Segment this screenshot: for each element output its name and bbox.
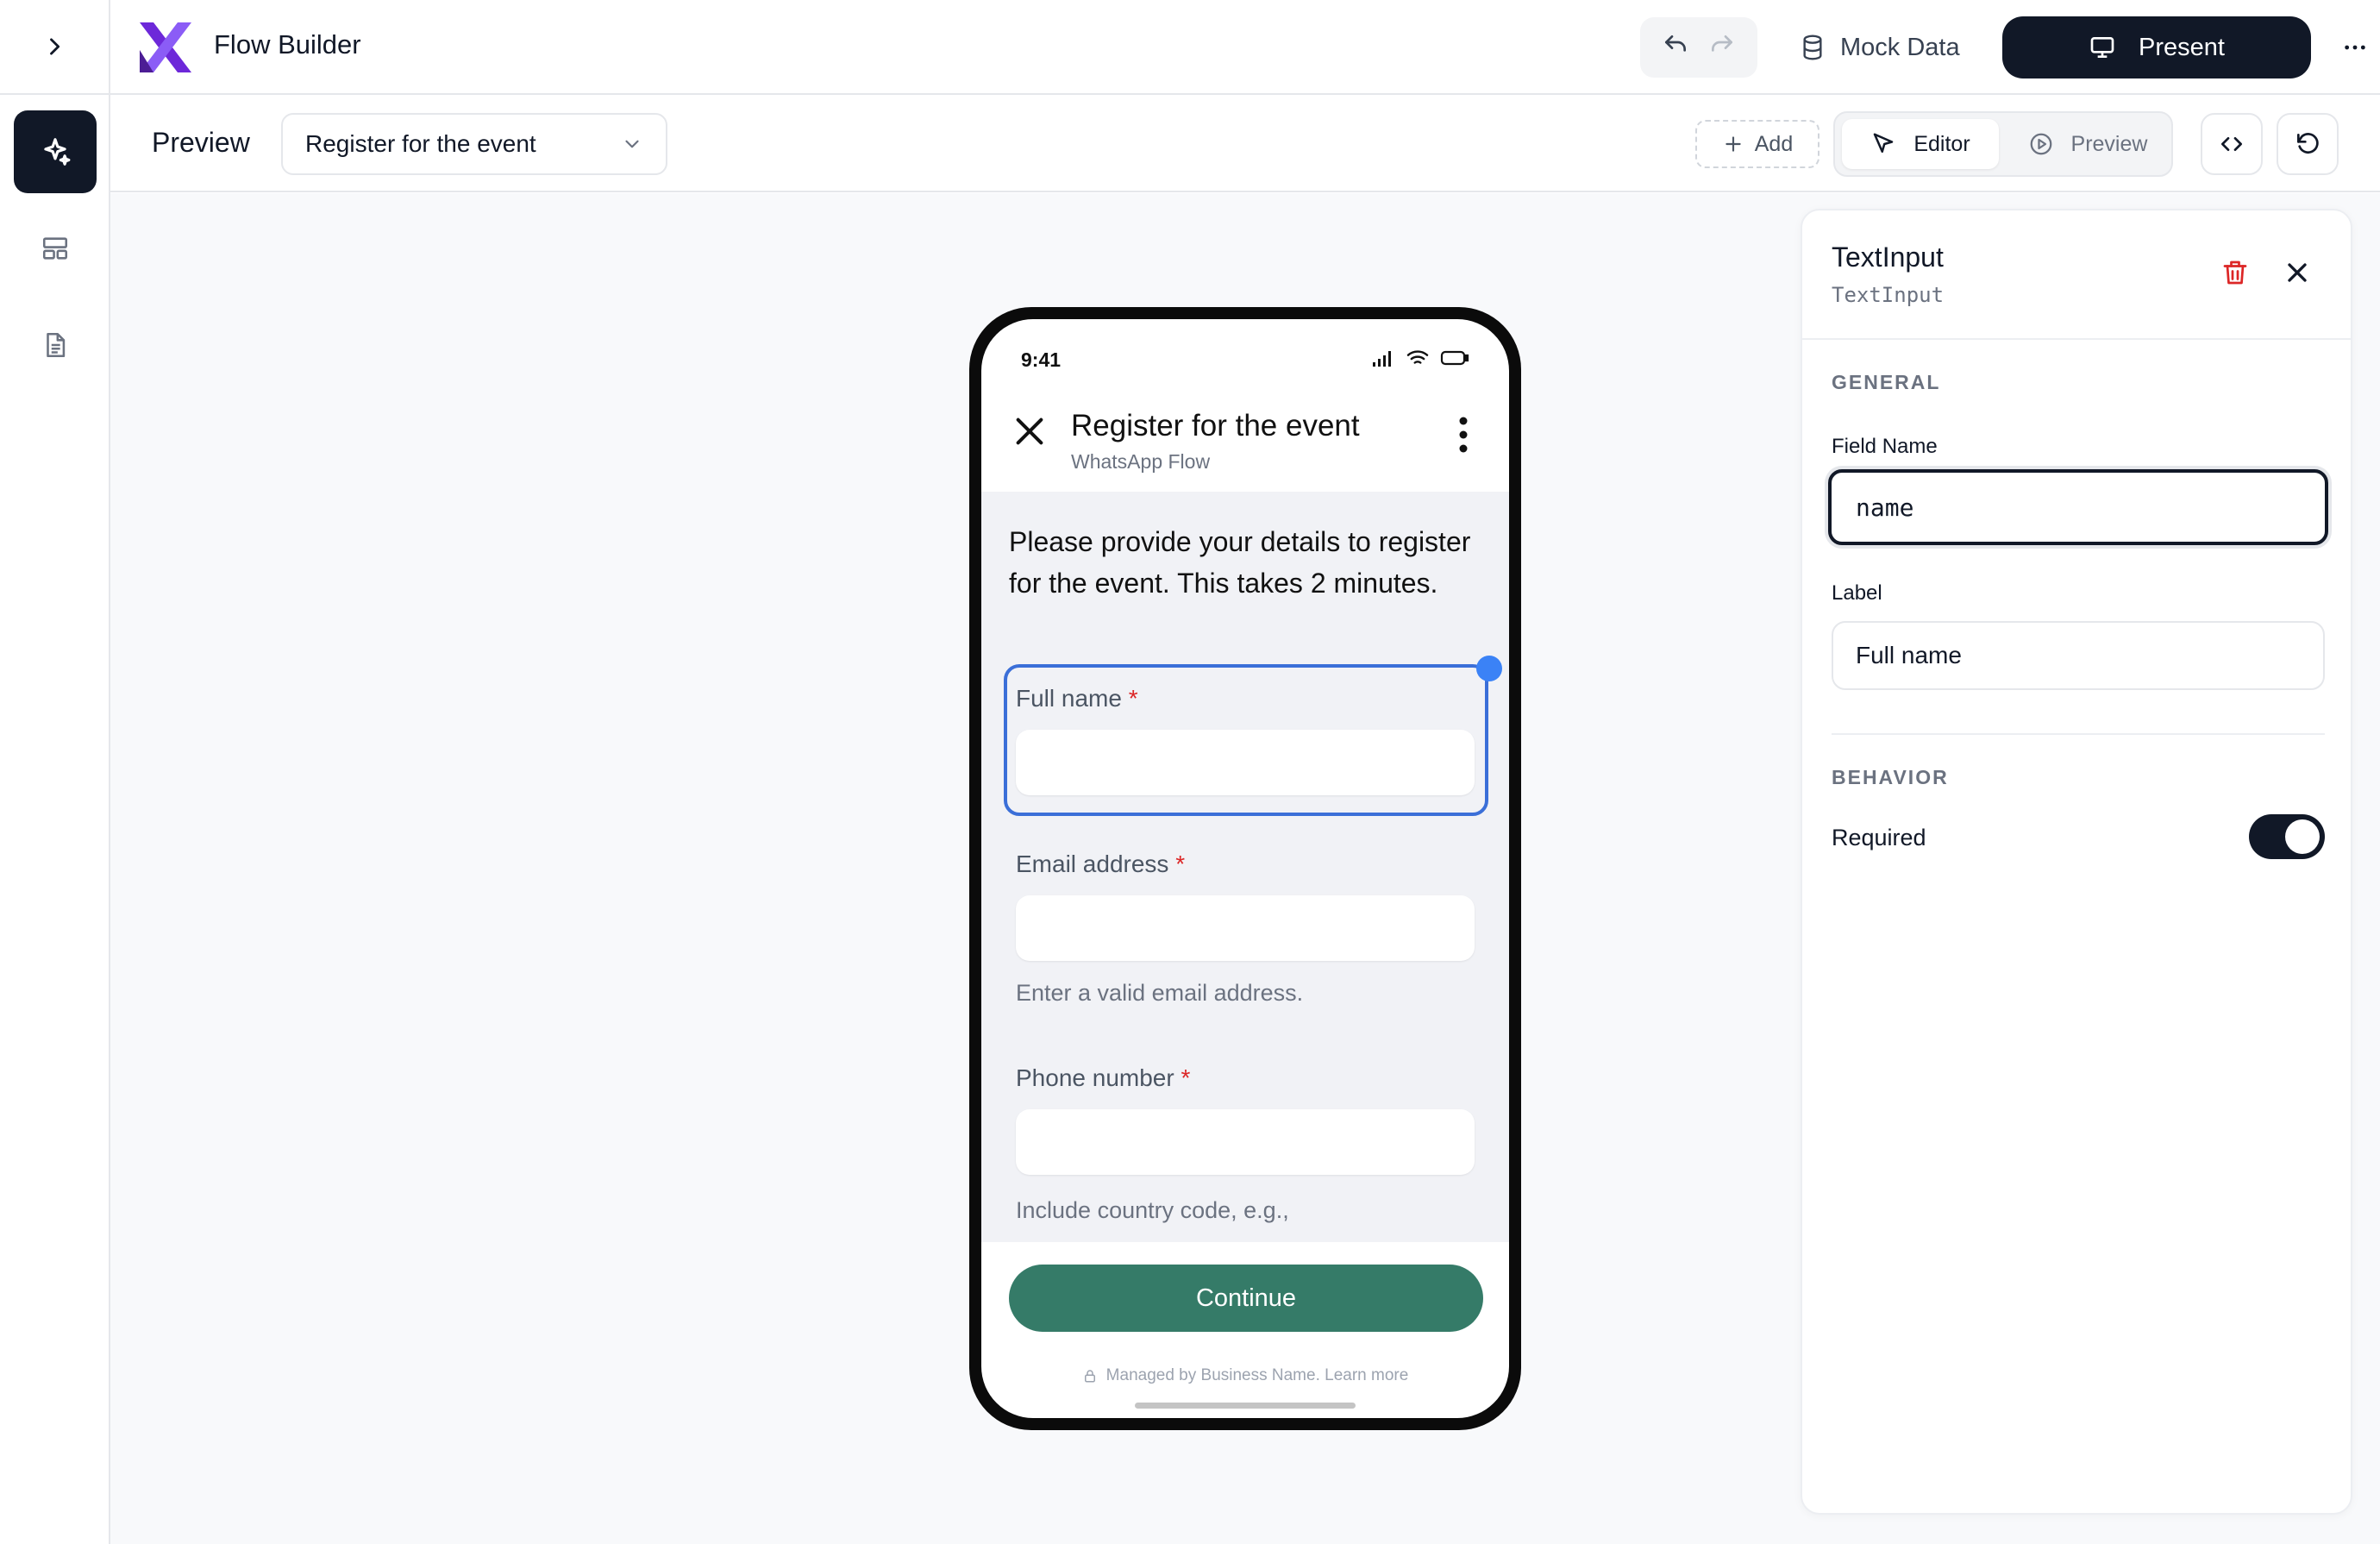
required-toggle[interactable] <box>2249 814 2325 859</box>
field-label-text: Email address <box>1016 850 1169 877</box>
add-label: Add <box>1754 131 1794 156</box>
toggle-knob <box>2285 819 2320 854</box>
undo-button[interactable] <box>1662 32 1689 64</box>
general-section-heading: GENERAL <box>1832 371 1941 393</box>
play-circle-icon <box>2030 133 2051 155</box>
expand-rail-button[interactable] <box>0 0 109 95</box>
sparkles-icon <box>44 138 71 166</box>
phone-frame: 9:41 Register for the event WhatsApp Flo… <box>969 307 1521 1430</box>
top-bar: Flow Builder Mock Data Present <box>110 0 2380 95</box>
add-component-button[interactable]: Add <box>1695 120 1819 168</box>
undo-redo-group <box>1640 17 1757 78</box>
section-divider <box>1832 733 2325 735</box>
field-label-text: Phone number <box>1016 1064 1174 1091</box>
undo-icon <box>1665 35 1686 52</box>
managed-by-text: Managed by Business Name. Learn more <box>1105 1366 1409 1384</box>
flow-subtitle: WhatsApp Flow <box>1071 450 1211 473</box>
mock-data-label: Mock Data <box>1840 33 1960 61</box>
rail-ai-button[interactable] <box>14 110 97 193</box>
managed-by-footer: Managed by Business Name. Learn more <box>981 1366 1509 1385</box>
document-icon <box>47 332 66 358</box>
field-name-input[interactable]: name <box>1828 469 2328 545</box>
email-help-text: Enter a valid email address. <box>1016 980 1304 1006</box>
chevron-down-icon <box>625 140 639 148</box>
continue-button[interactable]: Continue <box>1009 1265 1483 1332</box>
cursor-pointer-icon <box>1874 133 1894 153</box>
more-vertical-icon[interactable] <box>1457 416 1469 454</box>
present-button[interactable]: Present <box>2002 16 2311 78</box>
editor-mode-tab[interactable]: Editor <box>1842 119 1999 169</box>
redo-button[interactable] <box>1708 32 1736 64</box>
present-label: Present <box>2139 33 2225 61</box>
lock-icon <box>1084 1370 1095 1383</box>
flow-builder-logo <box>140 22 191 72</box>
required-marker: * <box>1181 1064 1191 1091</box>
required-marker: * <box>1175 850 1186 877</box>
status-icons <box>1371 348 1469 367</box>
signal-icon <box>1373 351 1391 367</box>
home-indicator <box>1135 1403 1356 1409</box>
email-input[interactable] <box>1016 895 1475 961</box>
monitor-icon <box>2090 36 2114 58</box>
plus-icon <box>1726 136 1741 152</box>
flow-body: Please provide your details to register … <box>981 492 1509 1242</box>
layout-icon <box>42 237 68 260</box>
status-time: 9:41 <box>1021 348 1062 371</box>
close-icon[interactable] <box>1012 414 1047 449</box>
required-label: Required <box>1832 825 1926 850</box>
trash-icon[interactable] <box>2220 257 2251 288</box>
intro-text: Please provide your details to register … <box>1009 526 1471 599</box>
panel-header-divider <box>1802 338 2351 340</box>
field-name-label: Field Name <box>1832 435 1938 458</box>
editor-mode-label: Editor <box>1913 131 1970 156</box>
preview-mode-tab[interactable]: Preview <box>2011 119 2164 169</box>
selected-component-outline[interactable] <box>1004 664 1488 816</box>
code-icon <box>2221 137 2242 151</box>
field-label-phone: Phone number * <box>1016 1064 1190 1092</box>
close-icon[interactable] <box>2282 257 2313 288</box>
rotate-ccw-icon <box>2297 133 2319 154</box>
phone-help-text: Include country code, e.g., <box>1016 1197 1289 1223</box>
behavior-section-heading: BEHAVIOR <box>1832 766 1949 788</box>
more-horizontal-icon <box>2345 45 2365 50</box>
left-rail <box>0 0 110 1544</box>
toolbar-title: Preview <box>152 127 250 158</box>
chevron-right-icon <box>50 38 60 55</box>
database-icon <box>1803 35 1822 60</box>
battery-icon <box>1440 350 1469 366</box>
app-title: Flow Builder <box>214 29 361 60</box>
reset-button[interactable] <box>2277 113 2339 175</box>
phone-input[interactable] <box>1016 1109 1475 1175</box>
screen-select-value: Register for the event <box>305 130 536 157</box>
label-input[interactable]: Full name <box>1832 621 2325 690</box>
wifi-icon <box>1406 350 1429 364</box>
screen-select[interactable]: Register for the event <box>281 113 667 175</box>
rail-document-button[interactable] <box>14 304 97 386</box>
mode-toggle: Editor Preview <box>1833 111 2173 177</box>
flow-title: Register for the event <box>1071 409 1360 442</box>
label-label: Label <box>1832 581 1882 605</box>
rail-layout-button[interactable] <box>14 207 97 290</box>
field-label-email: Email address * <box>1016 850 1185 878</box>
toolbar: Preview Register for the event Add Edito… <box>110 96 2380 192</box>
properties-panel: TextInput TextInput GENERAL Field Name n… <box>1801 209 2352 1515</box>
mock-data-button[interactable]: Mock Data <box>1799 19 1960 76</box>
preview-mode-label: Preview <box>2070 131 2148 156</box>
phone-screen: 9:41 Register for the event WhatsApp Flo… <box>981 319 1509 1418</box>
selection-handle[interactable] <box>1476 656 1502 681</box>
redo-icon <box>1712 35 1732 52</box>
more-options-button[interactable] <box>2333 26 2377 69</box>
panel-component-type: TextInput <box>1832 283 1945 307</box>
view-code-button[interactable] <box>2201 113 2263 175</box>
panel-title: TextInput <box>1832 242 1944 273</box>
